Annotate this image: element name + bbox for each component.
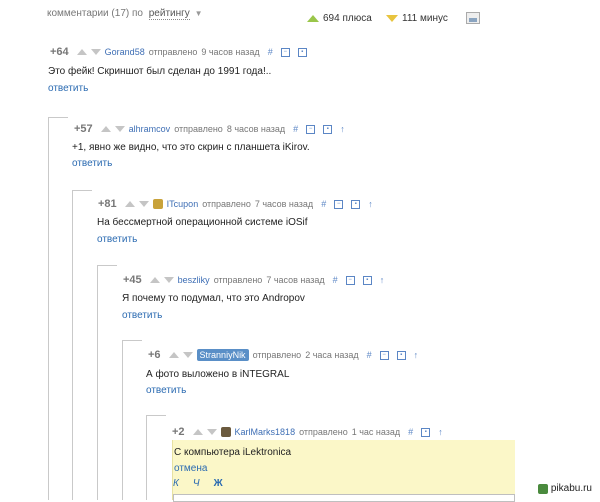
minus-label: 111 минус bbox=[402, 13, 448, 24]
chevron-down-icon[interactable]: ▼ bbox=[195, 9, 203, 18]
comment-header: +6 StranniyNik отправлено 2 часа назад #… bbox=[148, 349, 418, 361]
reply-link[interactable]: ответить bbox=[122, 310, 162, 321]
underline-button[interactable]: Ч bbox=[193, 478, 200, 489]
arrow-up-icon[interactable]: ↑ bbox=[438, 427, 443, 437]
hash-icon[interactable]: # bbox=[333, 275, 338, 285]
sent-label: отправлено bbox=[174, 124, 223, 134]
comment-author[interactable]: beszliky bbox=[178, 275, 210, 285]
vote-down-icon[interactable] bbox=[163, 277, 174, 283]
vote-down-icon[interactable] bbox=[114, 126, 125, 132]
hash-icon[interactable]: # bbox=[408, 427, 413, 437]
vote-down-icon[interactable] bbox=[138, 201, 149, 207]
comment-time: 1 час назад bbox=[351, 427, 401, 437]
comment-score: +64 bbox=[50, 46, 69, 58]
hash-icon[interactable]: # bbox=[293, 124, 298, 134]
avatar bbox=[220, 427, 231, 437]
comment-header: +64 Gorand58 отправлено 9 часов назад # … bbox=[50, 46, 307, 58]
vote-down-icon[interactable] bbox=[182, 352, 193, 358]
comment-author[interactable]: alhramcov bbox=[129, 124, 171, 134]
comment-header: +57 alhramcov отправлено 8 часов назад #… bbox=[74, 123, 345, 135]
comment-author[interactable]: Gorand58 bbox=[105, 47, 145, 57]
arrow-up-icon[interactable]: ↑ bbox=[414, 350, 419, 360]
plus-count: 694 плюса bbox=[307, 13, 372, 24]
vote-up-icon[interactable] bbox=[168, 352, 179, 358]
minus-triangle-icon bbox=[386, 15, 398, 22]
comment-time: 7 часов назад bbox=[254, 199, 314, 209]
comment-header: +2 KarlMarks1818 отправлено 1 час назад … bbox=[172, 426, 443, 438]
sent-label: отправлено bbox=[299, 427, 348, 437]
vote-up-icon[interactable] bbox=[76, 49, 87, 55]
save-icon[interactable]: ▪ bbox=[362, 275, 372, 285]
sent-label: отправлено bbox=[148, 47, 198, 57]
comment-text: Это фейк! Скриншот был сделан до 1991 го… bbox=[48, 66, 272, 77]
sort-dropdown[interactable]: рейтингу bbox=[148, 8, 190, 20]
comment-time: 7 часов назад bbox=[266, 275, 325, 285]
reply-link[interactable]: ответить bbox=[146, 385, 186, 396]
vote-up-icon[interactable] bbox=[100, 126, 111, 132]
collapse-icon[interactable]: − bbox=[306, 124, 316, 134]
comment-score: +57 bbox=[74, 123, 93, 135]
collapse-icon[interactable]: − bbox=[280, 47, 290, 57]
minus-count: 111 минус bbox=[386, 13, 448, 24]
collapse-icon[interactable]: − bbox=[345, 275, 355, 285]
arrow-up-icon[interactable]: ↑ bbox=[380, 275, 385, 285]
avatar bbox=[152, 199, 163, 209]
pikabu-logo-icon bbox=[537, 483, 548, 494]
image-icon[interactable] bbox=[466, 12, 480, 24]
vote-up-icon[interactable] bbox=[192, 429, 203, 435]
sent-label: отправлено bbox=[252, 350, 302, 360]
comments-count-label: комментарии (17) по bbox=[47, 8, 143, 19]
save-icon[interactable]: ▪ bbox=[396, 350, 406, 360]
arrow-up-icon[interactable]: ↑ bbox=[340, 124, 345, 134]
sent-label: отправлено bbox=[202, 199, 251, 209]
comment-text: Я почему то подумал, что это Andropov bbox=[122, 293, 305, 304]
comment-text: С компьютера iLektronica bbox=[174, 447, 292, 458]
comment-score: +2 bbox=[172, 426, 185, 438]
comment-author[interactable]: StranniyNik bbox=[196, 349, 249, 361]
comment-header: +81 ITcupon отправлено 7 часов назад # −… bbox=[98, 198, 373, 210]
sent-label: отправлено bbox=[213, 275, 263, 285]
save-icon[interactable]: ▪ bbox=[421, 427, 431, 437]
cancel-link[interactable]: отмена bbox=[174, 463, 207, 474]
collapse-icon[interactable]: − bbox=[379, 350, 389, 360]
watermark-text: pikabu.ru bbox=[550, 483, 592, 494]
hash-icon[interactable]: # bbox=[367, 350, 372, 360]
comment-score: +6 bbox=[148, 349, 161, 361]
reply-textarea[interactable] bbox=[173, 494, 515, 502]
comment-header: +45 beszliky отправлено 7 часов назад # … bbox=[123, 274, 384, 286]
comment-score: +81 bbox=[98, 198, 117, 210]
save-icon[interactable]: ▪ bbox=[323, 124, 333, 134]
vote-up-icon[interactable] bbox=[124, 201, 135, 207]
comment-text: +1, явно же видно, что это скрин с планш… bbox=[72, 142, 310, 153]
hash-icon[interactable]: # bbox=[321, 199, 326, 209]
comment-time: 8 часов назад bbox=[226, 124, 286, 134]
comment-text: На бессмертной операционной системе iOSi… bbox=[97, 217, 308, 228]
editor-toolbar: К Ч Ж bbox=[173, 478, 223, 489]
comment-author[interactable]: ITcupon bbox=[167, 199, 199, 209]
comment-time: 9 часов назад bbox=[201, 47, 260, 57]
comment-author[interactable]: KarlMarks1818 bbox=[235, 427, 296, 437]
save-icon[interactable]: ▪ bbox=[351, 199, 361, 209]
reply-link[interactable]: ответить bbox=[48, 83, 88, 94]
vote-down-icon[interactable] bbox=[90, 49, 101, 55]
vote-down-icon[interactable] bbox=[206, 429, 217, 435]
comment-time: 2 часа назад bbox=[305, 350, 359, 360]
plus-label: 694 плюса bbox=[323, 13, 372, 24]
reply-link[interactable]: ответить bbox=[97, 234, 137, 245]
hash-icon[interactable]: # bbox=[268, 47, 273, 57]
collapse-icon[interactable]: − bbox=[334, 199, 344, 209]
comment-score: +45 bbox=[123, 274, 142, 286]
reply-link[interactable]: ответить bbox=[72, 158, 112, 169]
plus-triangle-icon bbox=[307, 15, 319, 22]
vote-up-icon[interactable] bbox=[149, 277, 160, 283]
watermark: pikabu.ru bbox=[537, 483, 592, 494]
italic-button[interactable]: К bbox=[173, 478, 179, 489]
arrow-up-icon[interactable]: ↑ bbox=[368, 199, 373, 209]
bold-button[interactable]: Ж bbox=[214, 478, 223, 489]
comment-text: А фото выложено в iNTEGRAL bbox=[146, 369, 290, 380]
save-icon[interactable]: ▪ bbox=[297, 47, 307, 57]
